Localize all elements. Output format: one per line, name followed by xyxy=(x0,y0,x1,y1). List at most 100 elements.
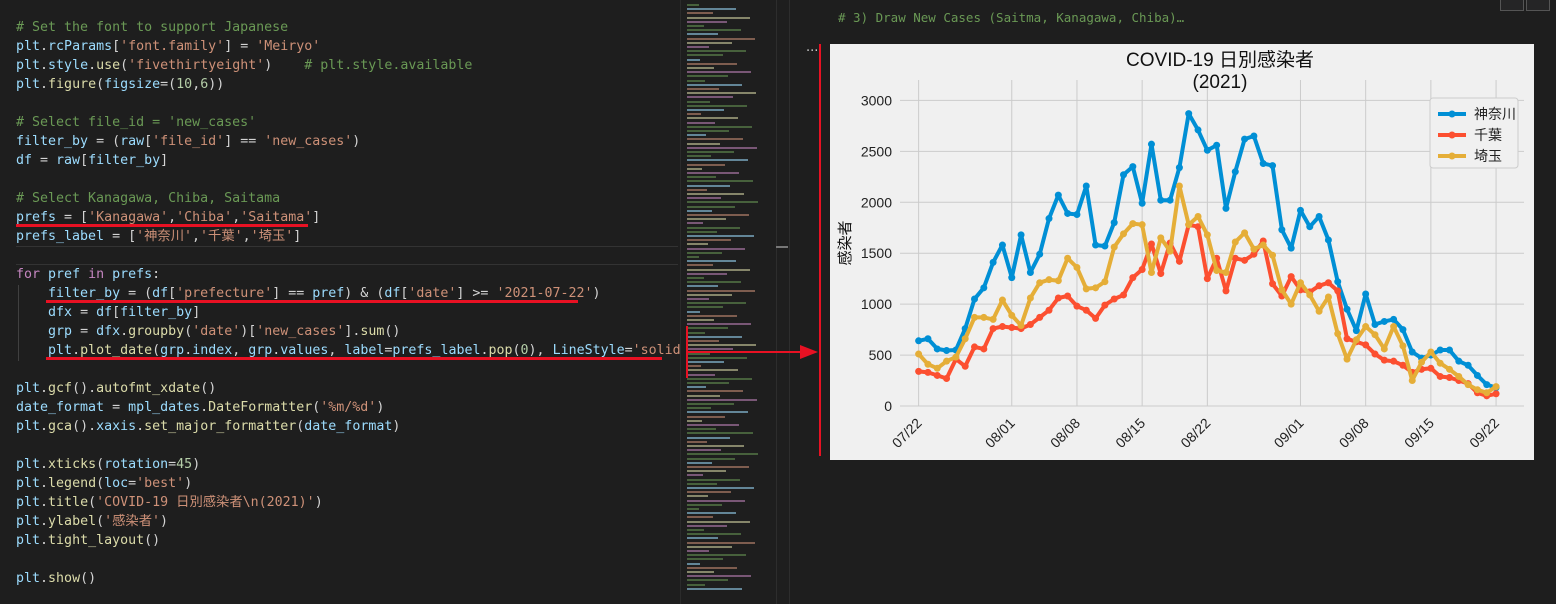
code-line[interactable]: plt.xticks(rotation=45) xyxy=(16,455,200,474)
code-token: ) xyxy=(160,514,169,529)
data-point xyxy=(1054,191,1062,199)
data-point xyxy=(1315,282,1323,290)
code-line[interactable]: plt.show() xyxy=(16,569,96,588)
code-token: df xyxy=(16,153,33,168)
code-token: '埼玉' xyxy=(250,229,294,244)
code-line[interactable]: # Select Kanagawa, Chiba, Saitama xyxy=(16,189,280,208)
minimap-line xyxy=(687,571,714,573)
code-token: autofmt_xdate xyxy=(96,381,201,396)
minimap-line xyxy=(687,495,708,498)
data-point xyxy=(1390,357,1398,365)
code-line[interactable]: plt.figure(figsize=(10,6)) xyxy=(16,75,224,94)
minimap-line xyxy=(687,184,730,187)
data-point xyxy=(1399,342,1407,350)
code-token: ) & ( xyxy=(344,286,385,301)
data-point xyxy=(915,350,923,358)
data-point xyxy=(1492,383,1500,391)
scrollbar-thumb[interactable] xyxy=(776,246,788,248)
legend-label: 千葉 xyxy=(1474,127,1502,143)
data-point xyxy=(1008,311,1016,319)
scrollbar[interactable] xyxy=(776,0,790,604)
minimap-line xyxy=(687,41,732,44)
minimap-line xyxy=(687,331,705,334)
code-line[interactable]: date_format = mpl_dates.DateFormatter('%… xyxy=(16,398,384,417)
code-line[interactable]: plt.rcParams['font.family'] = 'Meiryo' xyxy=(16,37,320,56)
data-point xyxy=(1073,210,1081,218)
minimap-line xyxy=(687,575,751,578)
data-point xyxy=(961,362,969,370)
code-line[interactable]: plt.legend(loc='best') xyxy=(16,474,192,493)
code-token: ( xyxy=(120,58,129,73)
minimap-line xyxy=(687,533,741,536)
data-point xyxy=(1110,295,1118,303)
data-point xyxy=(1269,251,1277,259)
minimap-line xyxy=(687,361,724,363)
data-point xyxy=(1371,321,1379,328)
annotation-vertical-right xyxy=(819,44,821,456)
code-line[interactable]: df = raw[filter_by] xyxy=(16,151,168,170)
minimap-line xyxy=(687,491,731,494)
data-point xyxy=(1194,213,1202,221)
code-line[interactable]: # Set the font to support Japanese xyxy=(16,18,288,37)
minimap-line xyxy=(687,529,704,531)
minimap-line xyxy=(687,440,707,443)
minimap-line xyxy=(687,62,737,65)
split-icon[interactable] xyxy=(1526,0,1550,11)
code-line[interactable]: plt.gcf().autofmt_xdate() xyxy=(16,379,216,398)
code-line[interactable]: for pref in prefs: xyxy=(16,265,160,284)
data-point xyxy=(1324,236,1332,244)
data-point xyxy=(1092,241,1100,249)
code-line[interactable]: # Select file_id = 'new_cases' xyxy=(16,113,256,132)
code-line[interactable]: plt.gca().xaxis.set_major_formatter(date… xyxy=(16,417,400,436)
data-point xyxy=(998,296,1006,304)
data-point xyxy=(1445,346,1453,354)
code-line[interactable]: prefs_label = ['神奈川','千葉','埼玉'] xyxy=(16,227,301,246)
code-token: plt xyxy=(16,77,41,92)
code-token: . xyxy=(40,419,49,434)
y-axis-label: 感染者 xyxy=(837,220,854,265)
data-point xyxy=(1464,361,1472,369)
minimap-line xyxy=(687,398,757,401)
code-token: set_major_formatter xyxy=(144,419,297,434)
y-tick-label: 1000 xyxy=(861,296,892,312)
minimap-line xyxy=(687,71,751,74)
x-tick-label: 09/15 xyxy=(1401,415,1437,451)
data-point xyxy=(1436,372,1444,380)
minimap-line xyxy=(687,382,729,384)
code-line[interactable]: plt.title('COVID-19 日別感染者\n(2021)') xyxy=(16,493,323,512)
cell-header[interactable]: # 3) Draw New Cases (Saitma, Kanagawa, C… xyxy=(838,10,1184,25)
minimap-line xyxy=(687,92,756,95)
code-line[interactable]: plt.style.use('fivethirtyeight') # plt.s… xyxy=(16,56,472,75)
minimap-line xyxy=(687,96,733,99)
code-token: plt xyxy=(16,419,41,434)
code-token: ] xyxy=(160,153,169,168)
minimap-line xyxy=(687,201,758,204)
data-point xyxy=(1185,221,1193,229)
data-point xyxy=(1315,307,1323,315)
code-token: tight_layout xyxy=(48,533,145,548)
code-line[interactable]: grp = dfx.groupby('date')['new_cases'].s… xyxy=(16,322,400,341)
code-token: ), xyxy=(528,343,553,358)
data-point xyxy=(1324,279,1332,287)
minimap-line xyxy=(687,281,741,284)
data-point xyxy=(1129,274,1137,282)
more-actions-icon[interactable]: ... xyxy=(806,40,818,55)
code-line[interactable]: dfx = df[filter_by] xyxy=(16,303,200,322)
code-editor[interactable]: # Set the font to support Japanese plt.rc… xyxy=(0,0,697,604)
minimap[interactable] xyxy=(680,0,773,604)
chart-title: COVID-19 日別感染者 xyxy=(1126,49,1314,71)
data-point xyxy=(980,284,988,292)
code-line[interactable]: plt.tight_layout() xyxy=(16,531,160,550)
code-token: = xyxy=(72,305,97,320)
data-point xyxy=(1073,263,1081,271)
minimap-line xyxy=(687,512,736,515)
minimap-line xyxy=(687,29,741,32)
data-point xyxy=(1203,275,1211,283)
layout-icon[interactable] xyxy=(1500,0,1524,11)
code-token: rcParams xyxy=(48,39,113,54)
minimap-line xyxy=(687,205,735,208)
code-line[interactable]: plt.ylabel('感染者') xyxy=(16,512,168,531)
data-point xyxy=(1222,204,1230,212)
code-line[interactable]: filter_by = (raw['file_id'] == 'new_case… xyxy=(16,132,360,151)
